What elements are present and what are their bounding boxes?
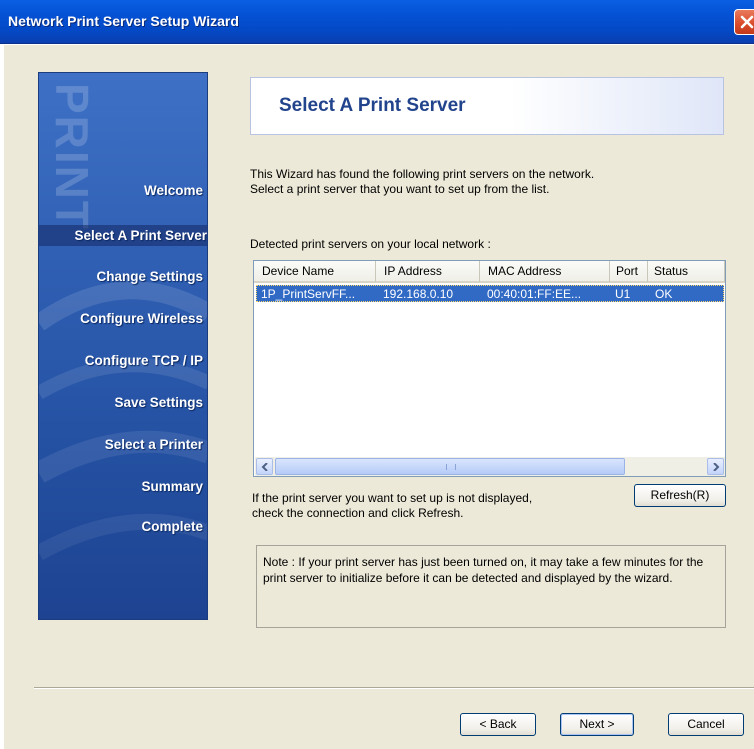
scroll-grip [446,464,456,470]
note-text: Note : If your print server has just bee… [263,555,704,585]
scroll-right-button[interactable] [707,458,724,475]
sidebar-watermark: PRINT [46,83,98,231]
step-change-settings: Change Settings [96,269,203,284]
cell-device-name: 1P_PrintServFF... [261,287,356,301]
close-icon [740,15,754,29]
column-mac-address[interactable]: MAC Address [480,261,610,283]
cancel-button[interactable]: Cancel [668,713,744,736]
close-button[interactable] [734,9,754,35]
cell-ip-address: 192.168.0.10 [383,287,454,301]
refresh-hint-line-1: If the print server you want to set up i… [252,491,533,505]
back-button[interactable]: < Back [460,713,536,736]
note-box: Note : If your print server has just bee… [256,545,726,628]
window-title: Network Print Server Setup Wizard [8,13,239,29]
horizontal-scrollbar[interactable] [255,457,725,476]
wizard-client-area: PRINT Welcome Select A Print Server Chan… [4,45,754,749]
step-select-printer: Select a Printer [104,437,203,452]
step-complete: Complete [141,519,203,534]
step-summary: Summary [141,479,203,494]
scroll-thumb[interactable] [275,458,625,475]
page-title: Select A Print Server [279,95,466,116]
scroll-left-button[interactable] [256,458,273,475]
step-configure-tcpip: Configure TCP / IP [84,353,203,368]
step-sidebar: PRINT Welcome Select A Print Server Chan… [38,72,208,620]
column-port[interactable]: Port [610,261,648,283]
intro-text: This Wizard has found the following prin… [250,167,730,197]
intro-line-2: Select a print server that you want to s… [250,182,550,196]
step-save-settings: Save Settings [114,395,203,410]
refresh-hint-line-2: check the connection and click Refresh. [252,506,464,520]
next-button[interactable]: Next > [560,713,634,736]
title-bar: Network Print Server Setup Wizard [0,0,754,44]
cell-mac-address: 00:40:01:FF:EE... [487,287,582,301]
step-configure-wireless: Configure Wireless [80,311,203,326]
footer-divider [34,687,754,689]
step-welcome: Welcome [143,183,203,198]
intro-line-1: This Wizard has found the following prin… [250,167,595,181]
table-row[interactable]: 1P_PrintServFF... 192.168.0.10 00:40:01:… [256,285,724,302]
list-label: Detected print servers on your local net… [250,237,491,251]
refresh-button[interactable]: Refresh(R) [634,484,726,507]
refresh-hint: If the print server you want to set up i… [252,491,632,521]
print-server-list[interactable]: Device Name IP Address MAC Address Port … [253,260,726,477]
step-select-print-server: Select A Print Server [39,225,207,246]
column-ip-address[interactable]: IP Address [376,261,480,283]
arrow-right-icon [713,463,720,471]
page-header: Select A Print Server [250,77,724,135]
list-header: Device Name IP Address MAC Address Port … [254,261,725,283]
column-device-name[interactable]: Device Name [254,261,376,283]
cell-status: OK [655,287,673,301]
column-status[interactable]: Status [648,261,725,283]
arrow-left-icon [261,463,268,471]
cell-port: U1 [615,287,631,301]
